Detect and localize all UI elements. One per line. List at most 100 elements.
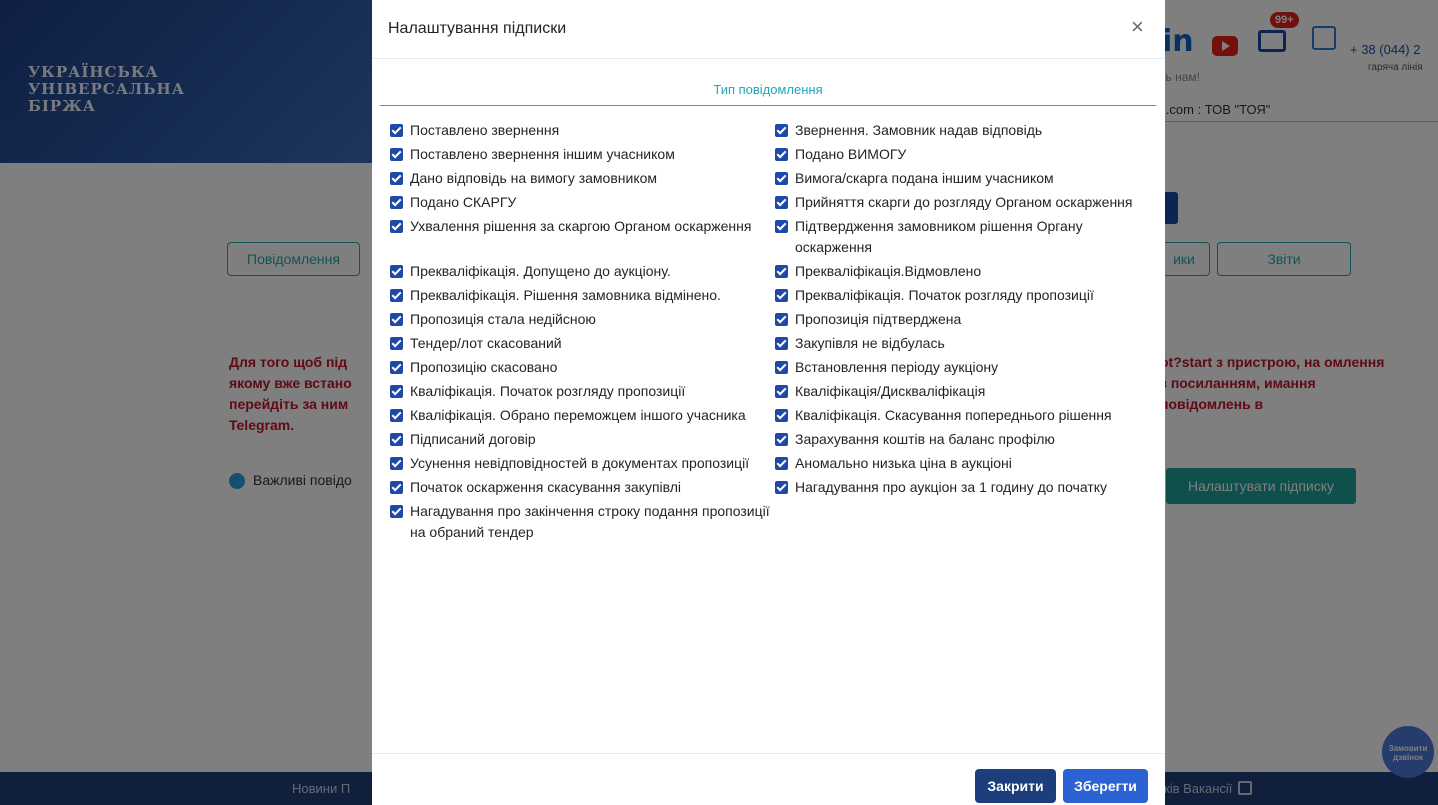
- checkbox-checked-icon[interactable]: [390, 148, 403, 161]
- checkbox-checked-icon[interactable]: [390, 313, 403, 326]
- checkbox-label: Кваліфікація/Дискваліфікація: [795, 383, 986, 399]
- checkbox-checked-icon[interactable]: [390, 172, 403, 185]
- notification-type-checkbox-row[interactable]: Пропозиція стала недійсною: [390, 309, 775, 333]
- notification-type-checkbox-row[interactable]: Дано відповідь на вимогу замовником: [390, 168, 775, 192]
- notification-type-checkbox-row[interactable]: Подано СКАРГУ: [390, 192, 775, 216]
- checkbox-label: Дано відповідь на вимогу замовником: [410, 170, 658, 186]
- checkbox-label: Ухвалення рішення за скаргою Органом оск…: [410, 218, 752, 234]
- subscription-settings-modal: Налаштування підписки × Тип повідомлення…: [372, 0, 1165, 805]
- checkbox-checked-icon[interactable]: [390, 385, 403, 398]
- checkbox-checked-icon[interactable]: [775, 148, 788, 161]
- notification-type-checkbox-row[interactable]: Прекваліфікація. Початок розгляду пропоз…: [775, 285, 1155, 309]
- checkbox-checked-icon[interactable]: [390, 220, 403, 233]
- notification-type-checkbox-row[interactable]: Поставлено звернення іншим учасником: [390, 144, 775, 168]
- notification-type-checkbox-row[interactable]: Усунення невідповідностей в документах п…: [390, 453, 775, 477]
- close-icon[interactable]: ×: [1131, 16, 1144, 38]
- checkbox-checked-icon[interactable]: [775, 196, 788, 209]
- checkbox-label: Кваліфікація. Обрано переможцем іншого у…: [410, 407, 746, 423]
- checkbox-label: Закупівля не відбулась: [795, 335, 945, 351]
- notification-type-checkbox-row[interactable]: Кваліфікація. Скасування попереднього рі…: [775, 405, 1155, 429]
- checkbox-checked-icon[interactable]: [775, 433, 788, 446]
- save-button[interactable]: Зберегти: [1063, 769, 1148, 803]
- notification-type-checkbox-row[interactable]: Подано ВИМОГУ: [775, 144, 1155, 168]
- checkbox-checked-icon[interactable]: [390, 433, 403, 446]
- checkbox-checked-icon[interactable]: [775, 172, 788, 185]
- notification-type-checkbox-row[interactable]: Кваліфікація. Початок розгляду пропозиці…: [390, 381, 775, 405]
- notification-type-checkbox-row[interactable]: Прекваліфікація. Рішення замовника відмі…: [390, 285, 775, 309]
- checkbox-checked-icon[interactable]: [775, 457, 788, 470]
- checkbox-checked-icon[interactable]: [390, 289, 403, 302]
- notification-type-checkbox-row[interactable]: Нагадування про аукціон за 1 годину до п…: [775, 477, 1155, 501]
- checkbox-checked-icon[interactable]: [775, 313, 788, 326]
- checkbox-label: Пропозицію скасовано: [410, 359, 558, 375]
- notification-type-checkbox-row[interactable]: Прийняття скарги до розгляду Органом оск…: [775, 192, 1155, 216]
- checkbox-label: Початок оскарження скасування закупівлі: [410, 479, 682, 495]
- checkbox-checked-icon[interactable]: [775, 289, 788, 302]
- checkbox-checked-icon[interactable]: [775, 124, 788, 137]
- checkbox-checked-icon[interactable]: [775, 337, 788, 350]
- checkbox-label: Встановлення періоду аукціону: [795, 359, 999, 375]
- notification-type-checkbox-row[interactable]: Прекваліфікація.Відмовлено: [775, 261, 1155, 285]
- checkbox-checked-icon[interactable]: [775, 361, 788, 374]
- checkbox-label: Нагадування про закінчення строку поданн…: [410, 503, 770, 540]
- checkbox-checked-icon[interactable]: [390, 337, 403, 350]
- notification-type-checkbox-row[interactable]: Нагадування про закінчення строку поданн…: [390, 501, 775, 546]
- checkbox-checked-icon[interactable]: [775, 481, 788, 494]
- modal-title: Налаштування підписки: [388, 20, 567, 37]
- notification-type-checkbox-row[interactable]: Прекваліфікація. Допущено до аукціону.: [390, 261, 775, 285]
- checkbox-checked-icon[interactable]: [775, 409, 788, 422]
- notification-type-checkbox-row[interactable]: Кваліфікація/Дискваліфікація: [775, 381, 1155, 405]
- notification-type-checkbox-row[interactable]: Встановлення періоду аукціону: [775, 357, 1155, 381]
- modal-footer: Закрити Зберегти: [372, 753, 1165, 805]
- checkbox-checked-icon[interactable]: [390, 481, 403, 494]
- checkbox-label: Підтвердження замовником рішення Органу …: [795, 218, 1083, 255]
- checkbox-label: Кваліфікація. Скасування попереднього рі…: [795, 407, 1112, 423]
- notification-type-checkbox-row[interactable]: Вимога/скарга подана іншим учасником: [775, 168, 1155, 192]
- checkbox-label: Усунення невідповідностей в документах п…: [410, 455, 750, 471]
- checkbox-checked-icon[interactable]: [775, 220, 788, 233]
- checkbox-label: Кваліфікація. Початок розгляду пропозиці…: [410, 383, 686, 399]
- checkbox-checked-icon[interactable]: [390, 124, 403, 137]
- notification-type-checkbox-row[interactable]: Підписаний договір: [390, 429, 775, 453]
- checkbox-label: Тендер/лот скасований: [410, 335, 562, 351]
- checkbox-checked-icon[interactable]: [775, 385, 788, 398]
- checkbox-label: Прекваліфікація. Початок розгляду пропоз…: [795, 287, 1094, 303]
- checkbox-checked-icon[interactable]: [390, 265, 403, 278]
- notification-type-checkbox-row[interactable]: Пропозиція підтверджена: [775, 309, 1155, 333]
- checkbox-label: Подано ВИМОГУ: [795, 146, 907, 162]
- notification-type-checkbox-row[interactable]: Тендер/лот скасований: [390, 333, 775, 357]
- notification-type-checkbox-row[interactable]: Підтвердження замовником рішення Органу …: [775, 216, 1155, 261]
- checkbox-label: Підписаний договір: [410, 431, 536, 447]
- close-button[interactable]: Закрити: [975, 769, 1056, 803]
- checkbox-label: Вимога/скарга подана іншим учасником: [795, 170, 1054, 186]
- checkbox-label: Прийняття скарги до розгляду Органом оск…: [795, 194, 1133, 210]
- notification-type-checkbox-row[interactable]: Ухвалення рішення за скаргою Органом оск…: [390, 216, 775, 261]
- checkbox-checked-icon[interactable]: [775, 265, 788, 278]
- modal-header: Налаштування підписки ×: [372, 0, 1165, 59]
- checkbox-label: Поставлено звернення: [410, 122, 560, 138]
- checkbox-label: Прекваліфікація. Допущено до аукціону.: [410, 263, 671, 279]
- checkbox-label: Аномально низька ціна в аукціоні: [795, 455, 1012, 471]
- checkbox-label: Нагадування про аукціон за 1 годину до п…: [795, 479, 1108, 495]
- checkbox-label: Прекваліфікація. Рішення замовника відмі…: [410, 287, 721, 303]
- notification-type-checkbox-row[interactable]: Початок оскарження скасування закупівлі: [390, 477, 775, 501]
- checkbox-label: Подано СКАРГУ: [410, 194, 517, 210]
- notification-type-checkbox-row[interactable]: Закупівля не відбулась: [775, 333, 1155, 357]
- notification-type-checkbox-row[interactable]: Аномально низька ціна в аукціоні: [775, 453, 1155, 477]
- notification-type-checkbox-row[interactable]: Поставлено звернення: [390, 120, 775, 144]
- section-title: Тип повідомлення: [380, 82, 1156, 106]
- checkbox-checked-icon[interactable]: [390, 196, 403, 209]
- checkbox-label: Пропозиція підтверджена: [795, 311, 962, 327]
- notification-type-checkbox-row[interactable]: Пропозицію скасовано: [390, 357, 775, 381]
- checkbox-checked-icon[interactable]: [390, 505, 403, 518]
- checkbox-checked-icon[interactable]: [390, 457, 403, 470]
- notification-type-checkbox-row[interactable]: Звернення. Замовник надав відповідь: [775, 120, 1155, 144]
- checkbox-label: Поставлено звернення іншим учасником: [410, 146, 675, 162]
- notification-type-list: Поставлено звернення Звернення. Замовник …: [390, 120, 1160, 546]
- checkbox-label: Пропозиція стала недійсною: [410, 311, 596, 327]
- checkbox-checked-icon[interactable]: [390, 361, 403, 374]
- notification-type-checkbox-row[interactable]: Зарахування коштів на баланс профілю: [775, 429, 1155, 453]
- notification-type-checkbox-row[interactable]: Кваліфікація. Обрано переможцем іншого у…: [390, 405, 775, 429]
- checkbox-label: Звернення. Замовник надав відповідь: [795, 122, 1043, 138]
- checkbox-checked-icon[interactable]: [390, 409, 403, 422]
